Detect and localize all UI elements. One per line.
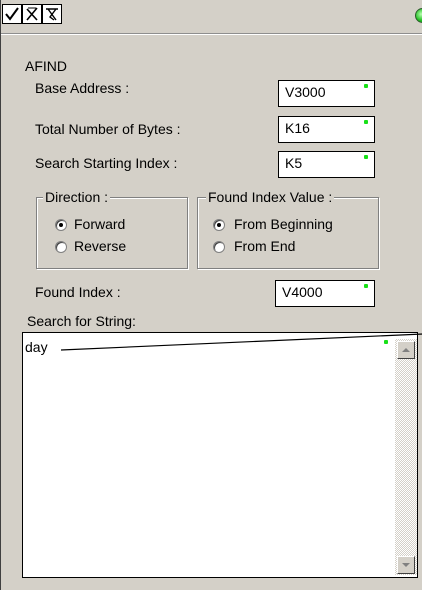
afind-dialog: AFIND Base Address : V3000 Total Number … — [0, 0, 422, 590]
callout-line — [60, 333, 422, 351]
